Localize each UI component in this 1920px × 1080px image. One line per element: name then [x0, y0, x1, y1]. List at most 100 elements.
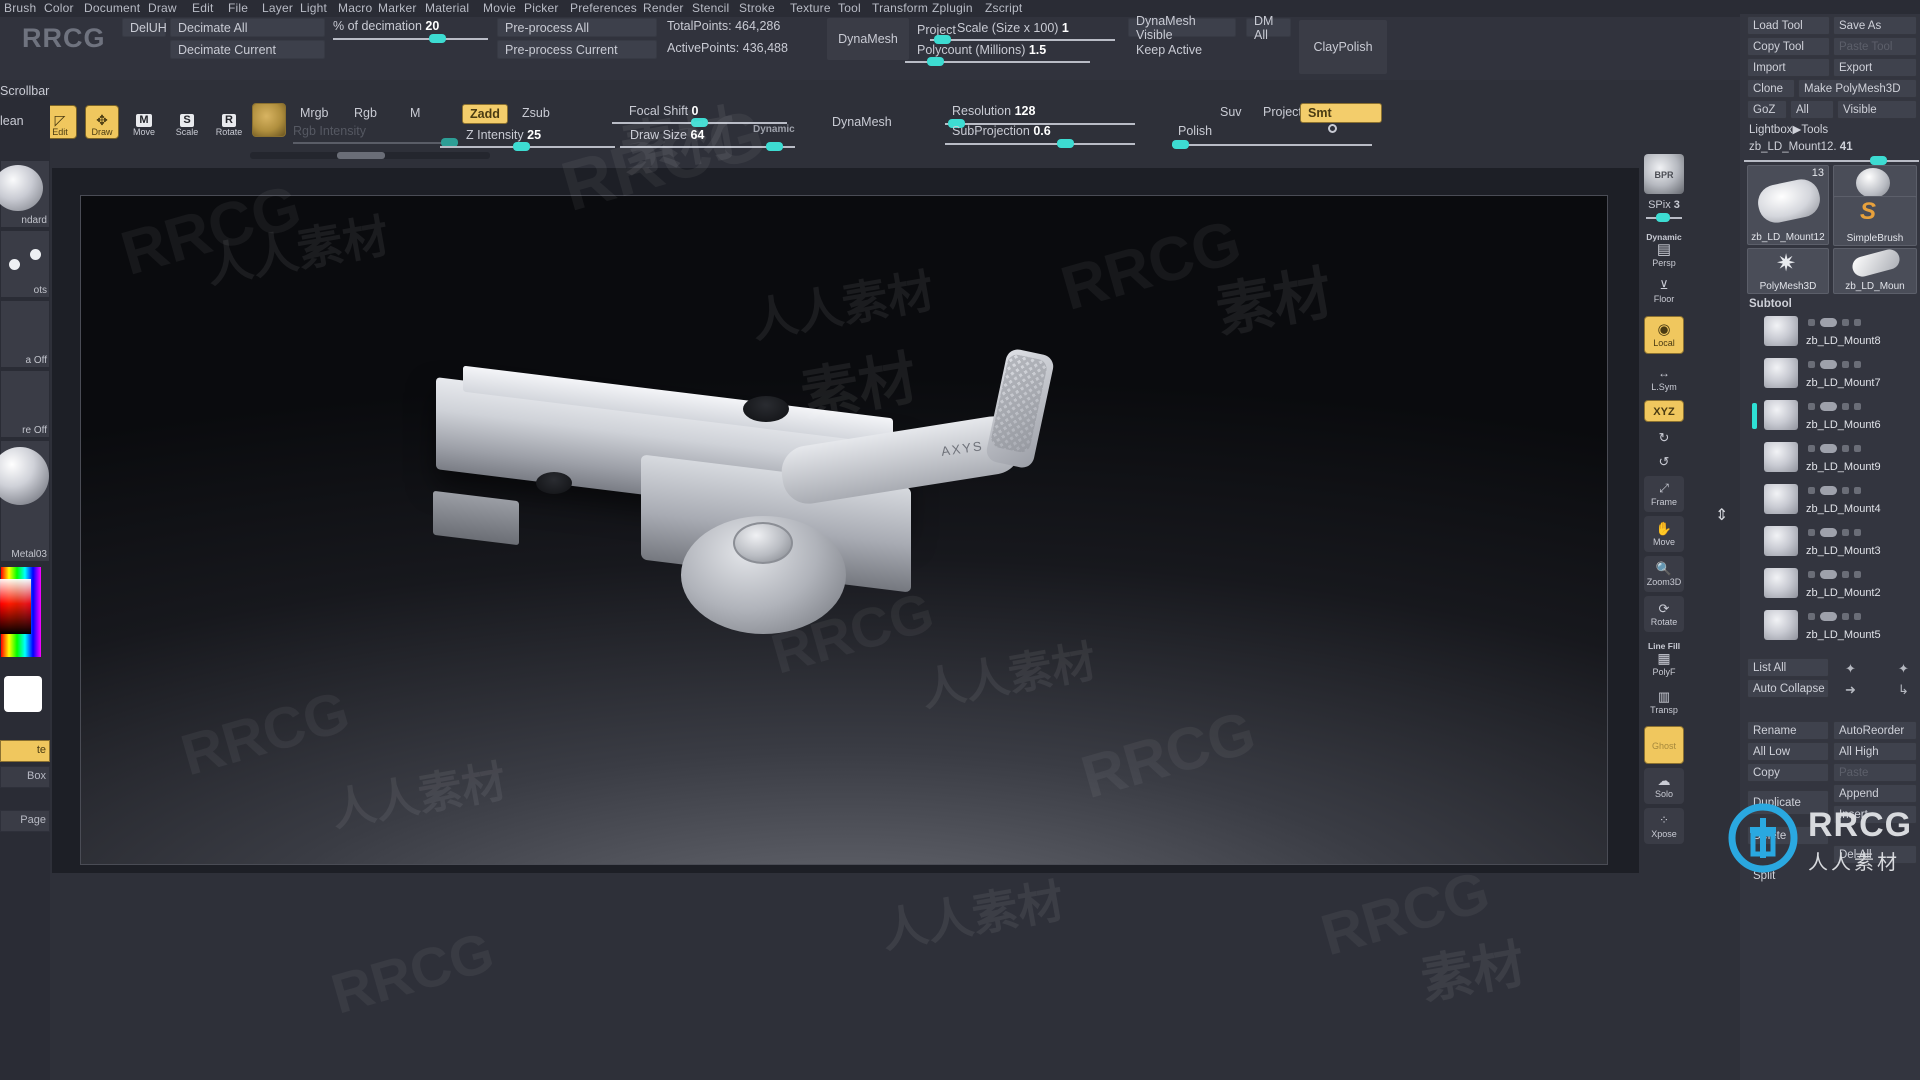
subtool-row[interactable]: zb_LD_Mount5: [1752, 609, 1920, 651]
color-picker-sv-area[interactable]: [0, 579, 31, 634]
subtool-extra-icon[interactable]: [1854, 571, 1861, 578]
subtool-eye-icon[interactable]: [1820, 528, 1837, 537]
transp-button[interactable]: ▥ Transp: [1644, 684, 1684, 720]
subtool-visibility-icon[interactable]: [1808, 529, 1815, 536]
menu-item-stencil[interactable]: Stencil: [692, 1, 729, 15]
menu-item-zscript[interactable]: Zscript: [985, 1, 1022, 15]
menu-item-light[interactable]: Light: [300, 1, 327, 15]
subtool-thumbnail[interactable]: [1764, 358, 1798, 388]
menu-item-render[interactable]: Render: [643, 1, 684, 15]
visible-button[interactable]: Visible: [1837, 100, 1917, 119]
material-swatch-button[interactable]: [252, 103, 286, 137]
subtool-eye-icon[interactable]: [1820, 612, 1837, 621]
texture-preview[interactable]: re Off: [0, 370, 50, 438]
polish-slider[interactable]: [1172, 139, 1372, 151]
rotate-button[interactable]: R Rotate: [212, 105, 246, 139]
subtool-row[interactable]: zb_LD_Mount4: [1752, 483, 1920, 525]
deluh-button[interactable]: DelUH: [122, 18, 167, 37]
subtool-polypaint-icon[interactable]: [1842, 361, 1849, 368]
menu-item-zplugin[interactable]: Zplugin: [932, 1, 973, 15]
dynamesh-visible-button[interactable]: DynaMesh Visible: [1128, 14, 1236, 42]
subtool-extra-icon[interactable]: [1854, 445, 1861, 452]
menu-item-file[interactable]: File: [228, 1, 248, 15]
menu-item-tool[interactable]: Tool: [838, 1, 861, 15]
subtool-thumbnail[interactable]: [1764, 316, 1798, 346]
subtool-polypaint-icon[interactable]: [1842, 403, 1849, 410]
subtool-extra-icon[interactable]: [1854, 613, 1861, 620]
brush-preview[interactable]: ndard: [0, 160, 50, 228]
mrgb-button[interactable]: Mrgb: [293, 104, 335, 122]
subtool-toggle-icons[interactable]: [1808, 528, 1861, 537]
subtool-thumbnail[interactable]: [1764, 442, 1798, 472]
zoom3d-button[interactable]: 🔍 Zoom3D: [1644, 556, 1684, 592]
subtool-eye-icon[interactable]: [1820, 570, 1837, 579]
menu-item-document[interactable]: Document: [84, 1, 140, 15]
rgb-intensity-slider[interactable]: [293, 137, 458, 149]
copy-subtool-button[interactable]: Copy: [1747, 763, 1829, 782]
subtool-polypaint-icon[interactable]: [1842, 571, 1849, 578]
slider-knob[interactable]: [1172, 140, 1189, 149]
all-button[interactable]: All: [1790, 100, 1834, 119]
decimation-percent-slider[interactable]: [333, 33, 488, 45]
decimate-all-button[interactable]: Decimate All: [170, 18, 325, 37]
claypolish-button[interactable]: ClayPolish: [1299, 20, 1387, 74]
slider-knob[interactable]: [691, 118, 708, 127]
subtool-toggle-icons[interactable]: [1808, 444, 1861, 453]
floor-button[interactable]: ⊻ Floor: [1644, 274, 1684, 308]
dynamesh-shelf-button[interactable]: DynaMesh: [827, 18, 909, 60]
move-button[interactable]: M Move: [127, 105, 161, 139]
subtool-row[interactable]: zb_LD_Mount9: [1752, 441, 1920, 483]
auto-collapse-button[interactable]: Auto Collapse: [1747, 679, 1829, 698]
spix-slider-group[interactable]: SPix 3: [1644, 198, 1684, 224]
dm-all-button[interactable]: DM All: [1246, 14, 1291, 42]
subtool-row[interactable]: zb_LD_Mount7: [1752, 357, 1920, 399]
subtool-visibility-icon[interactable]: [1808, 445, 1815, 452]
slider-knob[interactable]: [1656, 212, 1670, 222]
suv-label[interactable]: Suv: [1220, 105, 1242, 119]
menu-item-draw[interactable]: Draw: [148, 1, 177, 15]
clone-button[interactable]: Clone: [1747, 79, 1795, 98]
subtool-thumbnail[interactable]: [1764, 400, 1798, 430]
move-view-button[interactable]: ✋ Move: [1644, 516, 1684, 552]
page-button[interactable]: Page: [0, 810, 50, 832]
scale-button[interactable]: S Scale: [170, 105, 204, 139]
subtool-visibility-icon[interactable]: [1808, 571, 1815, 578]
subtool-polypaint-icon[interactable]: [1842, 487, 1849, 494]
subtool-row[interactable]: zb_LD_Mount8: [1752, 315, 1920, 357]
subtool-visibility-icon[interactable]: [1808, 613, 1815, 620]
frame-button[interactable]: ⤢ Frame: [1644, 476, 1684, 512]
slider-knob[interactable]: [429, 34, 446, 43]
keep-active-button[interactable]: Keep Active: [1128, 40, 1236, 59]
import-button[interactable]: Import: [1747, 58, 1830, 77]
shelf-scrollbar-thumb[interactable]: [337, 152, 385, 159]
solo-button[interactable]: ☁ Solo: [1644, 768, 1684, 804]
subprojection-slider[interactable]: [945, 138, 1135, 150]
subtool-eye-icon[interactable]: [1820, 402, 1837, 411]
lsym-button[interactable]: ↔ L.Sym: [1644, 362, 1684, 396]
move-top-icon[interactable]: ✦: [1898, 661, 1909, 677]
subtool-polypaint-icon[interactable]: [1842, 529, 1849, 536]
stroke-preview[interactable]: ots: [0, 230, 50, 298]
subtool-toggle-icons[interactable]: [1808, 402, 1861, 411]
menu-item-movie[interactable]: Movie: [483, 1, 516, 15]
slider-knob[interactable]: [766, 142, 783, 151]
menu-item-layer[interactable]: Layer: [262, 1, 293, 15]
menu-item-picker[interactable]: Picker: [524, 1, 559, 15]
subtool-polypaint-icon[interactable]: [1842, 613, 1849, 620]
subtool-extra-icon[interactable]: [1854, 319, 1861, 326]
smt-gear-icon[interactable]: [1328, 124, 1337, 133]
tool-thumb-polymesh3d[interactable]: ✷ PolyMesh3D: [1747, 248, 1829, 294]
all-low-button[interactable]: All Low: [1747, 742, 1829, 761]
menu-item-preferences[interactable]: Preferences: [570, 1, 637, 15]
gradient-toggle-button[interactable]: te: [0, 740, 50, 762]
current-color-swatch[interactable]: [4, 676, 42, 712]
subtool-thumbnail[interactable]: [1764, 526, 1798, 556]
subtool-thumbnail[interactable]: [1764, 484, 1798, 514]
list-all-button[interactable]: List All: [1747, 658, 1829, 677]
alpha-preview[interactable]: a Off: [0, 300, 50, 368]
xpose-button[interactable]: ⁘ Xpose: [1644, 808, 1684, 844]
draw-size-slider[interactable]: [620, 141, 795, 153]
decimate-current-button[interactable]: Decimate Current: [170, 40, 325, 59]
tool-thumb-current[interactable]: 13 zb_LD_Mount12: [1747, 165, 1829, 245]
move-down-icon[interactable]: ↳: [1898, 682, 1909, 698]
